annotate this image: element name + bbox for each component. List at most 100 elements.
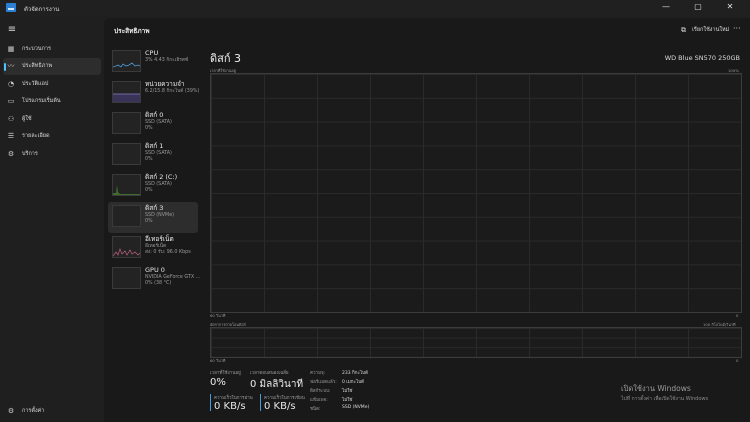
sidebar-item-app-history[interactable]: ◔ ประวัติแอป	[0, 75, 104, 93]
run-task-label: เรียกใช้งานใหม่	[692, 27, 730, 33]
run-new-task-button[interactable]: ⧉ เรียกใช้งานใหม่	[681, 26, 729, 34]
device-name: ดิสก์ 1	[145, 142, 164, 150]
maximize-button[interactable]: ▢	[686, 1, 710, 13]
device-gpu[interactable]: GPU 0 NVIDIA GeForce GTX ... 0% (38 °C)	[108, 264, 200, 295]
device-detail: 6.2/15.8 กิกะไบต์ (39%)	[145, 89, 200, 94]
read-speed-bar	[210, 394, 211, 411]
sidebar: ▦ กระบวนการ 〰 ประสิทธิภาพ ◔ ประวัติแอป ▭…	[0, 40, 104, 163]
services-icon: ⚙	[7, 149, 15, 158]
sidebar-item-label: บริการ	[22, 150, 38, 157]
more-options-button[interactable]: ···	[733, 24, 741, 33]
sidebar-item-label: ผู้ใช้	[22, 115, 32, 122]
avg-response-value: 0 มิลลิวินาที	[250, 379, 304, 390]
disk-1-thumbnail	[112, 143, 141, 165]
minimize-button[interactable]: —	[654, 1, 678, 13]
device-disk-0[interactable]: ดิสก์ 0 SSD (SATA) 0%	[108, 109, 198, 140]
sidebar-item-label: โปรแกรมเริ่มต้น	[22, 98, 61, 105]
disk-3-thumbnail	[112, 205, 141, 227]
device-usage: ส่ง: 0 รับ: 96.0 Kbps	[145, 250, 191, 255]
performance-icon: 〰	[7, 62, 15, 71]
settings-label: การตั้งค่า	[22, 408, 45, 414]
write-speed-label: ความเร็วในการเขียน	[264, 396, 305, 401]
type-value: SSD (NVMe)	[342, 405, 370, 410]
transfer-rate-graph	[210, 327, 742, 358]
title-bar: ตัวจัดการงาน — ▢ ✕	[0, 0, 750, 16]
active-time-graph	[210, 73, 742, 313]
device-name: ดิสก์ 3	[145, 204, 164, 212]
system-disk-value: ไม่ใช่	[342, 389, 353, 394]
sidebar-item-label: กระบวนการ	[22, 45, 51, 52]
device-usage: 0%	[145, 188, 153, 193]
device-memory[interactable]: หน่วยความจำ 6.2/15.8 กิกะไบต์ (39%)	[108, 78, 200, 109]
sidebar-item-startup[interactable]: ▭ โปรแกรมเริ่มต้น	[0, 93, 104, 111]
grid-icon: ▦	[7, 44, 15, 53]
device-usage: 0%	[145, 126, 153, 131]
sidebar-item-processes[interactable]: ▦ กระบวนการ	[0, 40, 104, 58]
type-label: ชนิด:	[310, 407, 321, 412]
device-name: ดิสก์ 2 (C:)	[145, 173, 178, 181]
device-list: CPU 3% 4.43 กิกะเฮิรตซ์ หน่วยความจำ 6.2/…	[108, 47, 200, 295]
device-disk-1[interactable]: ดิสก์ 1 SSD (SATA) 0%	[108, 140, 198, 171]
disk-model: WD Blue SN570 250GB	[664, 54, 740, 62]
active-time-label: เวลาที่ใช้งานอยู่	[210, 371, 241, 376]
window-title: ตัวจัดการงาน	[24, 6, 60, 13]
graph-transfer-rate-duration: 60 วินาที	[210, 358, 226, 363]
sidebar-item-performance[interactable]: 〰 ประสิทธิภาพ	[3, 57, 101, 75]
device-detail: 3% 4.43 กิกะเฮิรตซ์	[145, 58, 189, 63]
sidebar-item-users[interactable]: ⚇ ผู้ใช้	[0, 110, 104, 128]
write-speed-bar	[260, 394, 261, 411]
gpu-thumbnail	[112, 267, 141, 289]
sidebar-item-settings[interactable]: ⚙ การตั้งค่า	[0, 404, 104, 418]
details-icon: ☰	[7, 132, 15, 141]
sidebar-item-details[interactable]: ☰ รายละเอียด	[0, 128, 104, 146]
page-title: ประสิทธิภาพ	[114, 27, 150, 35]
memory-thumbnail	[112, 81, 141, 103]
device-usage: 0% (38 °C)	[145, 281, 172, 286]
startup-icon: ▭	[7, 97, 15, 106]
device-name: ดิสก์ 0	[145, 111, 164, 119]
task-manager-icon	[6, 3, 16, 12]
disk-0-thumbnail	[112, 112, 141, 134]
device-disk-2[interactable]: ดิสก์ 2 (C:) SSD (SATA) 0%	[108, 171, 198, 202]
system-disk-label: ดิสก์ระบบ:	[310, 389, 331, 394]
sidebar-item-label: ประสิทธิภาพ	[22, 63, 53, 70]
sidebar-item-label: รายละเอียด	[22, 133, 50, 140]
activation-watermark-subtitle: ไปที่ การตั้งค่า เพื่อเปิดใช้งาน Windows	[621, 396, 709, 402]
capacity-label: ความจุ:	[310, 371, 326, 376]
read-speed-label: ความเร็วในการอ่าน	[214, 396, 253, 401]
hamburger-icon[interactable]: ≡	[6, 24, 18, 36]
history-icon: ◔	[7, 79, 15, 88]
formatted-value: 0 เมกะไบต์	[342, 380, 364, 385]
device-name: GPU 0	[145, 266, 165, 274]
page-file-value: ไม่ใช่	[342, 398, 353, 403]
device-cpu[interactable]: CPU 3% 4.43 กิกะเฮิรตซ์	[108, 47, 198, 78]
device-name: อีเทอร์เน็ต	[145, 235, 174, 243]
gear-icon: ⚙	[7, 407, 15, 415]
device-usage: 0%	[145, 157, 153, 162]
device-usage: 0%	[145, 219, 153, 224]
graph-active-time-duration: 60 วินาที	[210, 313, 226, 318]
sidebar-item-services[interactable]: ⚙ บริการ	[0, 145, 104, 163]
page-file-label: แฟ้มเพจ:	[310, 398, 328, 403]
active-time-value: 0%	[210, 377, 226, 388]
graph-transfer-rate-min: 0	[736, 358, 739, 363]
capacity-value: 233 กิกะไบต์	[342, 371, 368, 376]
disk-title: ดิสก์ 3	[210, 52, 242, 65]
avg-response-label: เวลาตอบสนองเฉลี่ย	[250, 371, 289, 376]
run-task-icon: ⧉	[681, 26, 686, 34]
close-button[interactable]: ✕	[718, 1, 742, 13]
device-disk-3[interactable]: ดิสก์ 3 SSD (NVMe) 0%	[108, 202, 198, 233]
device-name: CPU	[145, 49, 159, 57]
formatted-label: ฟอร์แมตแล้ว:	[310, 380, 337, 385]
device-name: หน่วยความจำ	[145, 80, 185, 88]
ethernet-thumbnail	[112, 236, 141, 258]
sidebar-item-label: ประวัติแอป	[22, 80, 49, 87]
device-ethernet[interactable]: อีเทอร์เน็ต อีเทอร์เน็ต ส่ง: 0 รับ: 96.0…	[108, 233, 198, 264]
users-icon: ⚇	[7, 114, 15, 123]
read-speed-value: 0 KB/s	[214, 401, 246, 412]
activation-watermark-title: เปิดใช้งาน Windows	[621, 384, 691, 393]
cpu-thumbnail	[112, 50, 141, 72]
disk-2-thumbnail	[112, 174, 141, 196]
write-speed-value: 0 KB/s	[264, 401, 296, 412]
graph-active-time-min: 0	[736, 313, 739, 318]
